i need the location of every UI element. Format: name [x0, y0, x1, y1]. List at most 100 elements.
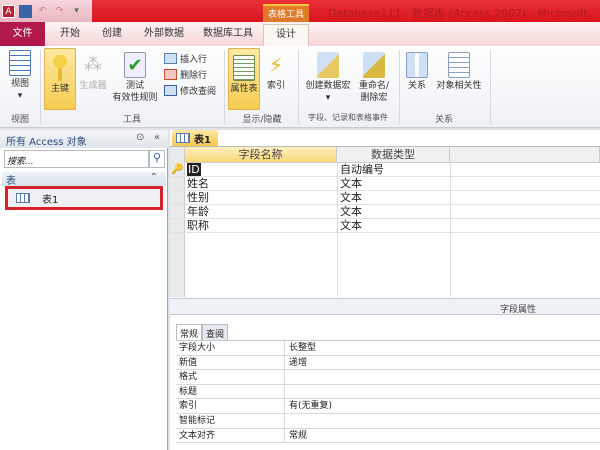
tab-design[interactable]: 设计 — [263, 24, 309, 46]
delete-rows-icon — [164, 69, 177, 80]
insert-rows-button[interactable]: 插入行 — [164, 52, 207, 65]
modify-lookups-label: 修改查阅 — [180, 87, 217, 97]
property-value[interactable]: 递增 — [284, 355, 307, 370]
property-value[interactable] — [284, 370, 289, 385]
redo-icon[interactable]: ↷ — [53, 5, 66, 18]
object-dependencies-button[interactable]: 对象相关性 — [432, 52, 486, 92]
delete-rows-button[interactable]: 删除行 — [164, 68, 207, 81]
rename-macro-icon — [363, 52, 385, 78]
key-icon — [49, 55, 71, 81]
modify-lookups-button[interactable]: 修改查阅 — [164, 84, 216, 97]
field-name-cell[interactable]: 职称 — [187, 219, 209, 232]
test-label-line1: 测试 — [125, 81, 144, 91]
nav-item-table1[interactable]: 表1 — [5, 186, 163, 210]
field-name-cell[interactable]: 年龄 — [187, 205, 209, 218]
group-label-relationships: 关系 — [434, 115, 453, 125]
property-value[interactable]: 有(无重复) — [284, 399, 332, 414]
rename-delete-macro-button[interactable]: 重命名/ 删除宏 — [354, 52, 394, 104]
property-label: 格式 — [179, 372, 198, 383]
delete-rows-label: 删除行 — [180, 71, 208, 81]
primary-key-label: 主键 — [50, 84, 69, 94]
table-row[interactable]: 🔑 ID 自动编号 — [170, 163, 600, 177]
nav-item-label: 表1 — [42, 194, 59, 206]
property-row: 新值 递增 — [176, 355, 600, 371]
property-sheet-icon — [233, 55, 255, 81]
table-tools-context-tab: 表格工具 — [263, 4, 309, 22]
table-row[interactable]: 职称 文本 — [170, 219, 600, 233]
table-row[interactable]: 姓名 文本 — [170, 177, 600, 191]
create-data-macros-button[interactable]: 创建数据宏 ▾ — [302, 52, 354, 104]
access-app-icon[interactable]: A — [2, 4, 15, 18]
relationships-icon — [406, 52, 428, 78]
data-type-cell[interactable]: 文本 — [340, 177, 362, 190]
data-type-cell[interactable]: 自动编号 — [340, 163, 384, 176]
property-sheet-button[interactable]: 属性表 — [228, 48, 260, 110]
column-header-data-type: 数据类型 — [337, 147, 450, 163]
table-row[interactable]: 年龄 文本 — [170, 205, 600, 219]
save-icon[interactable] — [19, 4, 32, 18]
insert-rows-label: 插入行 — [180, 55, 208, 65]
collapse-group-icon[interactable]: ⌃ — [150, 172, 158, 183]
builder-label: 生成器 — [79, 81, 107, 91]
test-validation-rules-button[interactable]: ✔ 测试 有效性规则 — [108, 52, 162, 104]
property-tabs: 常规 查阅 — [176, 324, 229, 340]
document-tab-table1[interactable]: 表1 — [172, 130, 218, 146]
collapse-pane-icon[interactable]: « — [154, 132, 160, 143]
tab-general[interactable]: 常规 — [176, 324, 203, 340]
group-label-show-hide: 显示/隐藏 — [242, 115, 282, 125]
field-properties-label: 字段属性 — [500, 305, 537, 315]
data-type-cell[interactable]: 文本 — [340, 191, 362, 204]
relationships-button[interactable]: 关系 — [402, 52, 432, 92]
builder-wand-icon: ⁂ — [84, 54, 102, 75]
property-label: 字段大小 — [179, 343, 216, 353]
tab-external-data[interactable]: 外部数据 — [136, 24, 192, 46]
field-name-cell[interactable]: 姓名 — [187, 177, 209, 190]
column-header-field-name: 字段名称 — [185, 147, 337, 163]
tab-lookup[interactable]: 查阅 — [202, 324, 229, 340]
property-row: 标题 — [176, 384, 600, 400]
rename-label-line1: 重命名/ — [358, 81, 390, 91]
property-label: 文本对齐 — [179, 430, 216, 441]
data-type-cell[interactable]: 文本 — [340, 205, 362, 218]
property-label: 智能标记 — [179, 415, 216, 426]
customize-toolbar-icon[interactable]: ▾ — [70, 5, 83, 18]
nav-search-input[interactable]: 搜索... — [4, 150, 149, 168]
data-type-cell[interactable]: 文本 — [340, 219, 362, 232]
view-button[interactable]: 视图 ▾ — [4, 50, 36, 102]
property-value[interactable]: 长整型 — [284, 341, 316, 355]
insert-rows-icon — [164, 53, 177, 64]
group-label-events: 字段、记录和表格事件 — [308, 113, 388, 122]
nav-pane-title: 所有 Access 对象 — [6, 137, 87, 148]
field-name-cell[interactable]: 性别 — [187, 191, 209, 204]
property-row: 智能标记 — [176, 413, 600, 429]
column-divider — [337, 163, 338, 297]
property-value[interactable]: 常规 — [284, 428, 307, 443]
undo-icon[interactable]: ↶ — [36, 5, 49, 18]
primary-key-row-icon: 🔑 — [171, 164, 184, 175]
tab-create[interactable]: 创建 — [94, 24, 130, 46]
create-macro-label: 创建数据宏 — [305, 81, 351, 91]
window-title: Database111 : 数据库 (Access 2007) - Micros… — [328, 7, 588, 20]
group-label-tools: 工具 — [122, 115, 141, 125]
ribbon-tabs: 文件 开始 创建 外部数据 数据库工具 设计 — [0, 22, 600, 46]
property-value[interactable] — [284, 413, 289, 428]
chevron-down-icon: ▾ — [17, 91, 23, 101]
property-value[interactable] — [284, 384, 289, 399]
tab-home[interactable]: 开始 — [52, 24, 88, 46]
indexes-button[interactable]: ⚡ 索引 — [262, 52, 290, 92]
tab-database-tools[interactable]: 数据库工具 — [196, 24, 260, 46]
document-tab-label: 表1 — [194, 134, 211, 146]
nav-pane-header[interactable]: 所有 Access 对象 ⊙ « — [0, 130, 168, 148]
nav-group-tables[interactable]: 表 ⌃ — [2, 172, 166, 187]
tab-file[interactable]: 文件 — [0, 22, 45, 46]
object-dependencies-icon — [448, 52, 470, 78]
property-label: 标题 — [179, 386, 198, 397]
property-sheet-label: 属性表 — [230, 84, 258, 94]
primary-key-button[interactable]: 主键 — [44, 48, 76, 110]
nav-menu-dropdown-icon[interactable]: ⊙ — [136, 132, 144, 143]
column-header-description — [450, 147, 600, 163]
field-name-cell[interactable]: ID — [187, 163, 201, 176]
search-icon[interactable]: ⚲ — [149, 150, 165, 168]
table-row[interactable]: 性别 文本 — [170, 191, 600, 205]
datasheet-view-icon — [9, 50, 31, 76]
